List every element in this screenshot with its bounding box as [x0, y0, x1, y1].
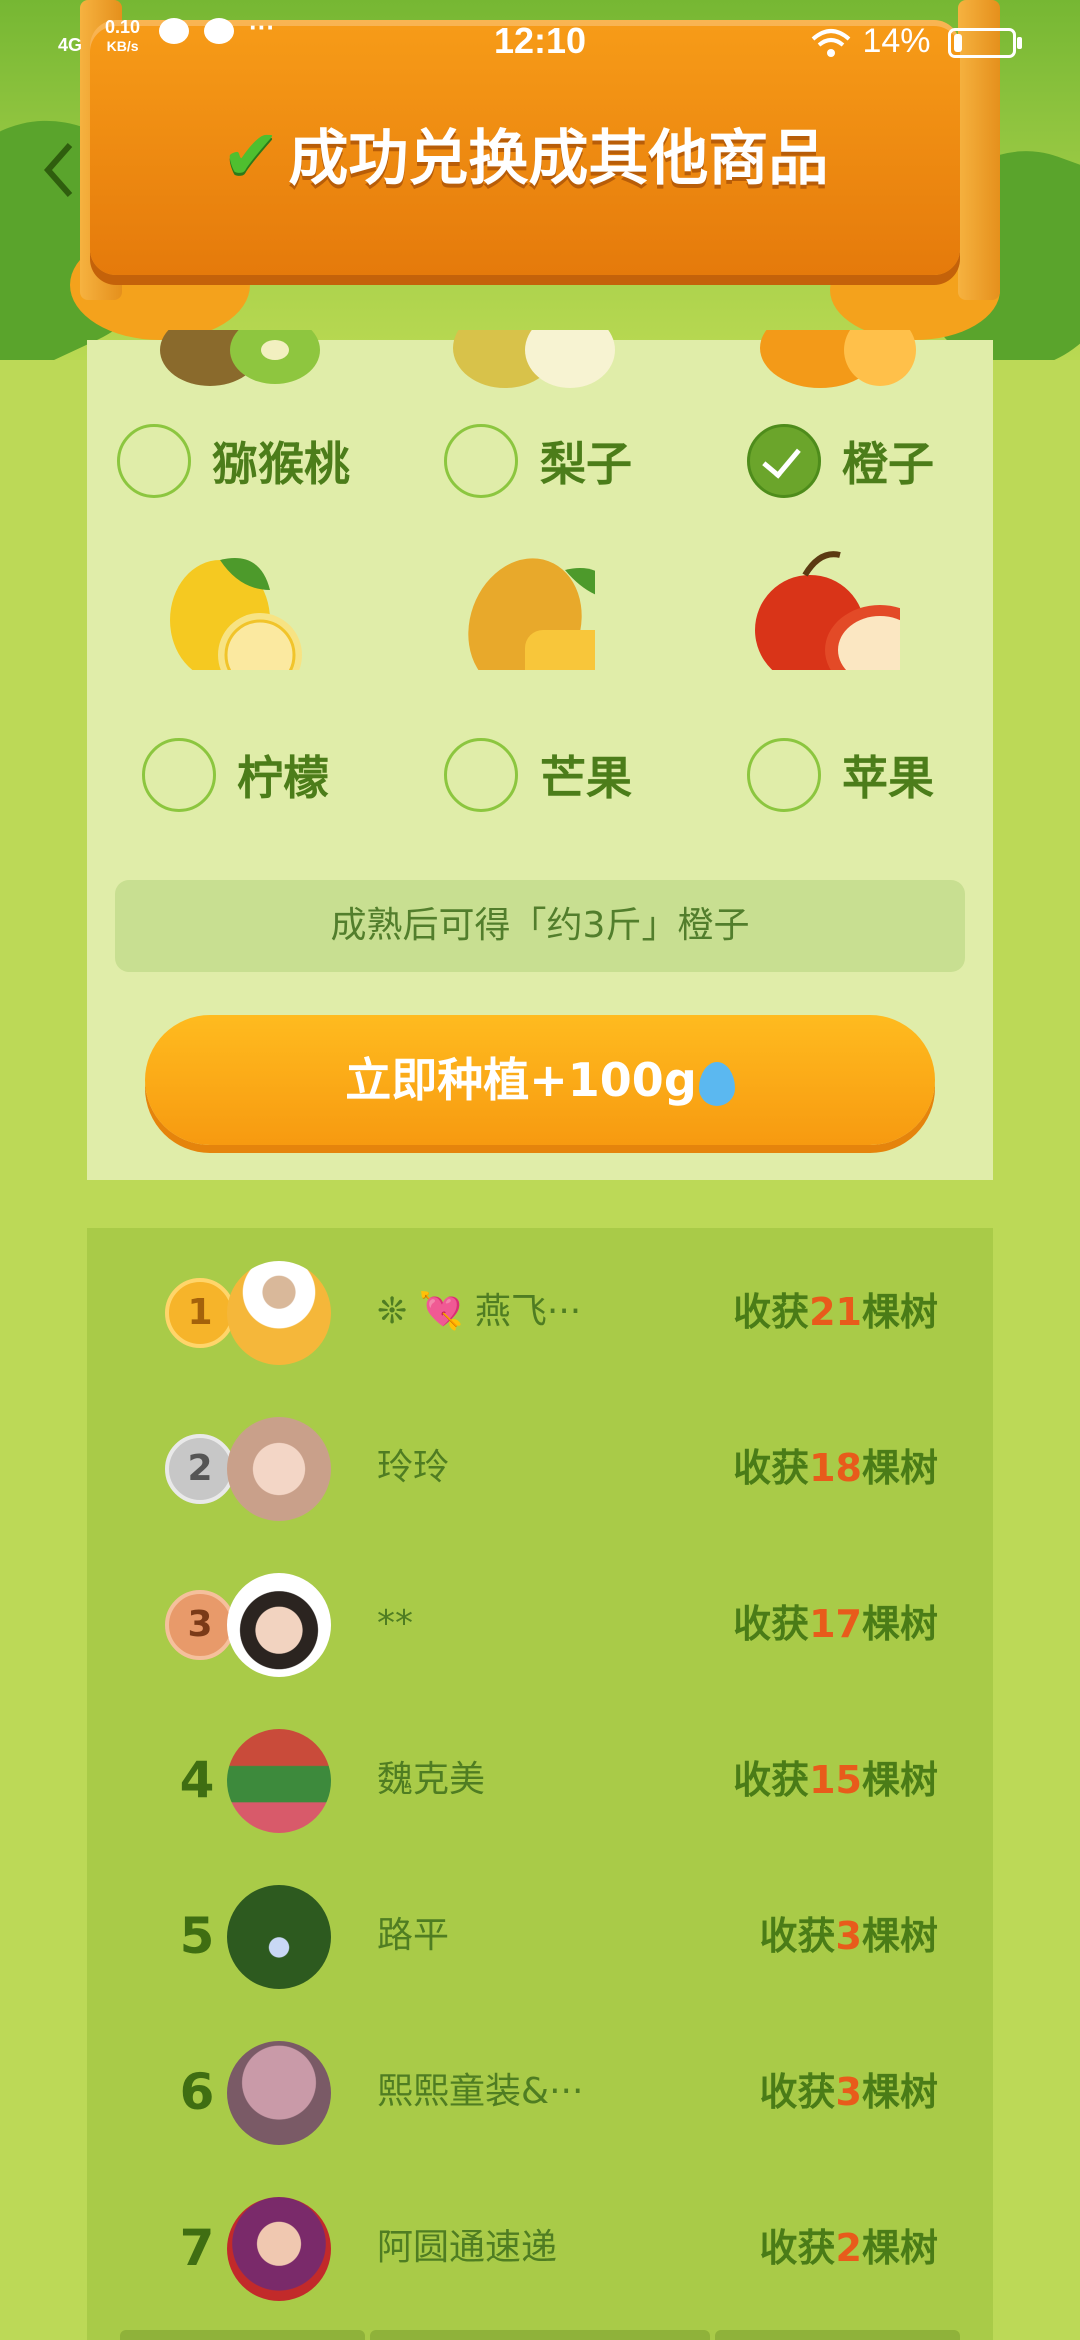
radio-apple[interactable]	[747, 738, 821, 812]
leaderboard-row: 4 魏克美 收获15棵树	[87, 1702, 993, 1858]
back-chevron-icon[interactable]	[40, 140, 80, 200]
avatar	[227, 2197, 331, 2301]
status-right: 14%	[809, 22, 1022, 61]
user-name: 玲玲	[377, 1447, 450, 1488]
avatar	[227, 1729, 331, 1833]
apple-image	[755, 551, 900, 670]
water-drop-icon	[698, 1061, 735, 1106]
user-name: **	[377, 1603, 413, 1644]
avatar	[227, 1261, 331, 1365]
bottom-tab[interactable]	[715, 2330, 960, 2340]
fruit-name-kiwi[interactable]: 猕猴桃	[212, 428, 350, 494]
radio-orange[interactable]	[747, 424, 821, 498]
user-name: 熙熙童装&···	[377, 2071, 584, 2112]
radio-kiwi[interactable]	[117, 424, 191, 498]
fruit-name-mango[interactable]: 芒果	[540, 742, 632, 808]
pear-image	[453, 330, 615, 388]
radio-lemon[interactable]	[142, 738, 216, 812]
avatar	[227, 1885, 331, 1989]
bottom-tab[interactable]	[370, 2330, 710, 2340]
avatar	[227, 1417, 331, 1521]
wifi-icon	[811, 29, 851, 58]
fruit-name-orange[interactable]: 橙子	[842, 428, 934, 494]
harvest-count: 收获3棵树	[759, 1914, 938, 1958]
orange-image	[760, 330, 916, 388]
kiwi-image	[160, 330, 320, 386]
gold-medal-icon: 1	[165, 1278, 235, 1348]
harvest-count: 收获17棵树	[733, 1602, 938, 1646]
leaderboard-row: 3 ** 收获17棵树	[87, 1546, 993, 1702]
page-title: ✔ 成功兑换成其他商品	[221, 114, 829, 196]
user-name: 阿圆通速递	[377, 2227, 558, 2268]
harvest-count: 收获2棵树	[759, 2226, 938, 2270]
fruit-name-pear[interactable]: 梨子	[540, 428, 632, 494]
battery-icon	[948, 28, 1022, 59]
harvest-count: 收获15棵树	[733, 1758, 938, 1802]
leaderboard-row: 7 阿圆通速递 收获2棵树	[87, 2170, 993, 2326]
mango-image	[468, 558, 595, 670]
fruit-name-apple[interactable]: 苹果	[842, 742, 934, 808]
bottom-tab[interactable]	[120, 2330, 365, 2340]
leaderboard-row: 6 熙熙童装&··· 收获3棵树	[87, 2014, 993, 2170]
battery-percent: 14%	[862, 22, 931, 60]
lemon-image	[170, 558, 302, 670]
fruit-name-lemon[interactable]: 柠檬	[237, 742, 329, 808]
user-name: ❊ 💘 燕飞···	[377, 1291, 582, 1332]
status-bar: 4G 0.10 KB/s ··· 12:10 14%	[0, 0, 1080, 90]
user-name: 路平	[377, 1915, 450, 1956]
harvest-info: 成熟后可得「约3斤」橙子	[115, 880, 965, 972]
checkmark-icon: ✔	[221, 114, 281, 196]
radio-pear[interactable]	[444, 424, 518, 498]
leaderboard-row: 1 ❊ 💘 燕飞··· 收获21棵树	[87, 1234, 993, 1390]
leaderboard-row: 5 路平 收获3棵树	[87, 1858, 993, 2014]
bronze-medal-icon: 3	[165, 1590, 235, 1660]
leaderboard-row: 2 玲玲 收获18棵树	[87, 1390, 993, 1546]
harvest-count: 收获3棵树	[759, 2070, 938, 2114]
plant-now-button[interactable]: 立即种植+100g	[145, 1015, 935, 1145]
harvest-count: 收获18棵树	[733, 1446, 938, 1490]
avatar	[227, 2041, 331, 2145]
harvest-count: 收获21棵树	[733, 1290, 938, 1334]
avatar	[227, 1573, 331, 1677]
user-name: 魏克美	[377, 1759, 486, 1800]
silver-medal-icon: 2	[165, 1434, 235, 1504]
radio-mango[interactable]	[444, 738, 518, 812]
